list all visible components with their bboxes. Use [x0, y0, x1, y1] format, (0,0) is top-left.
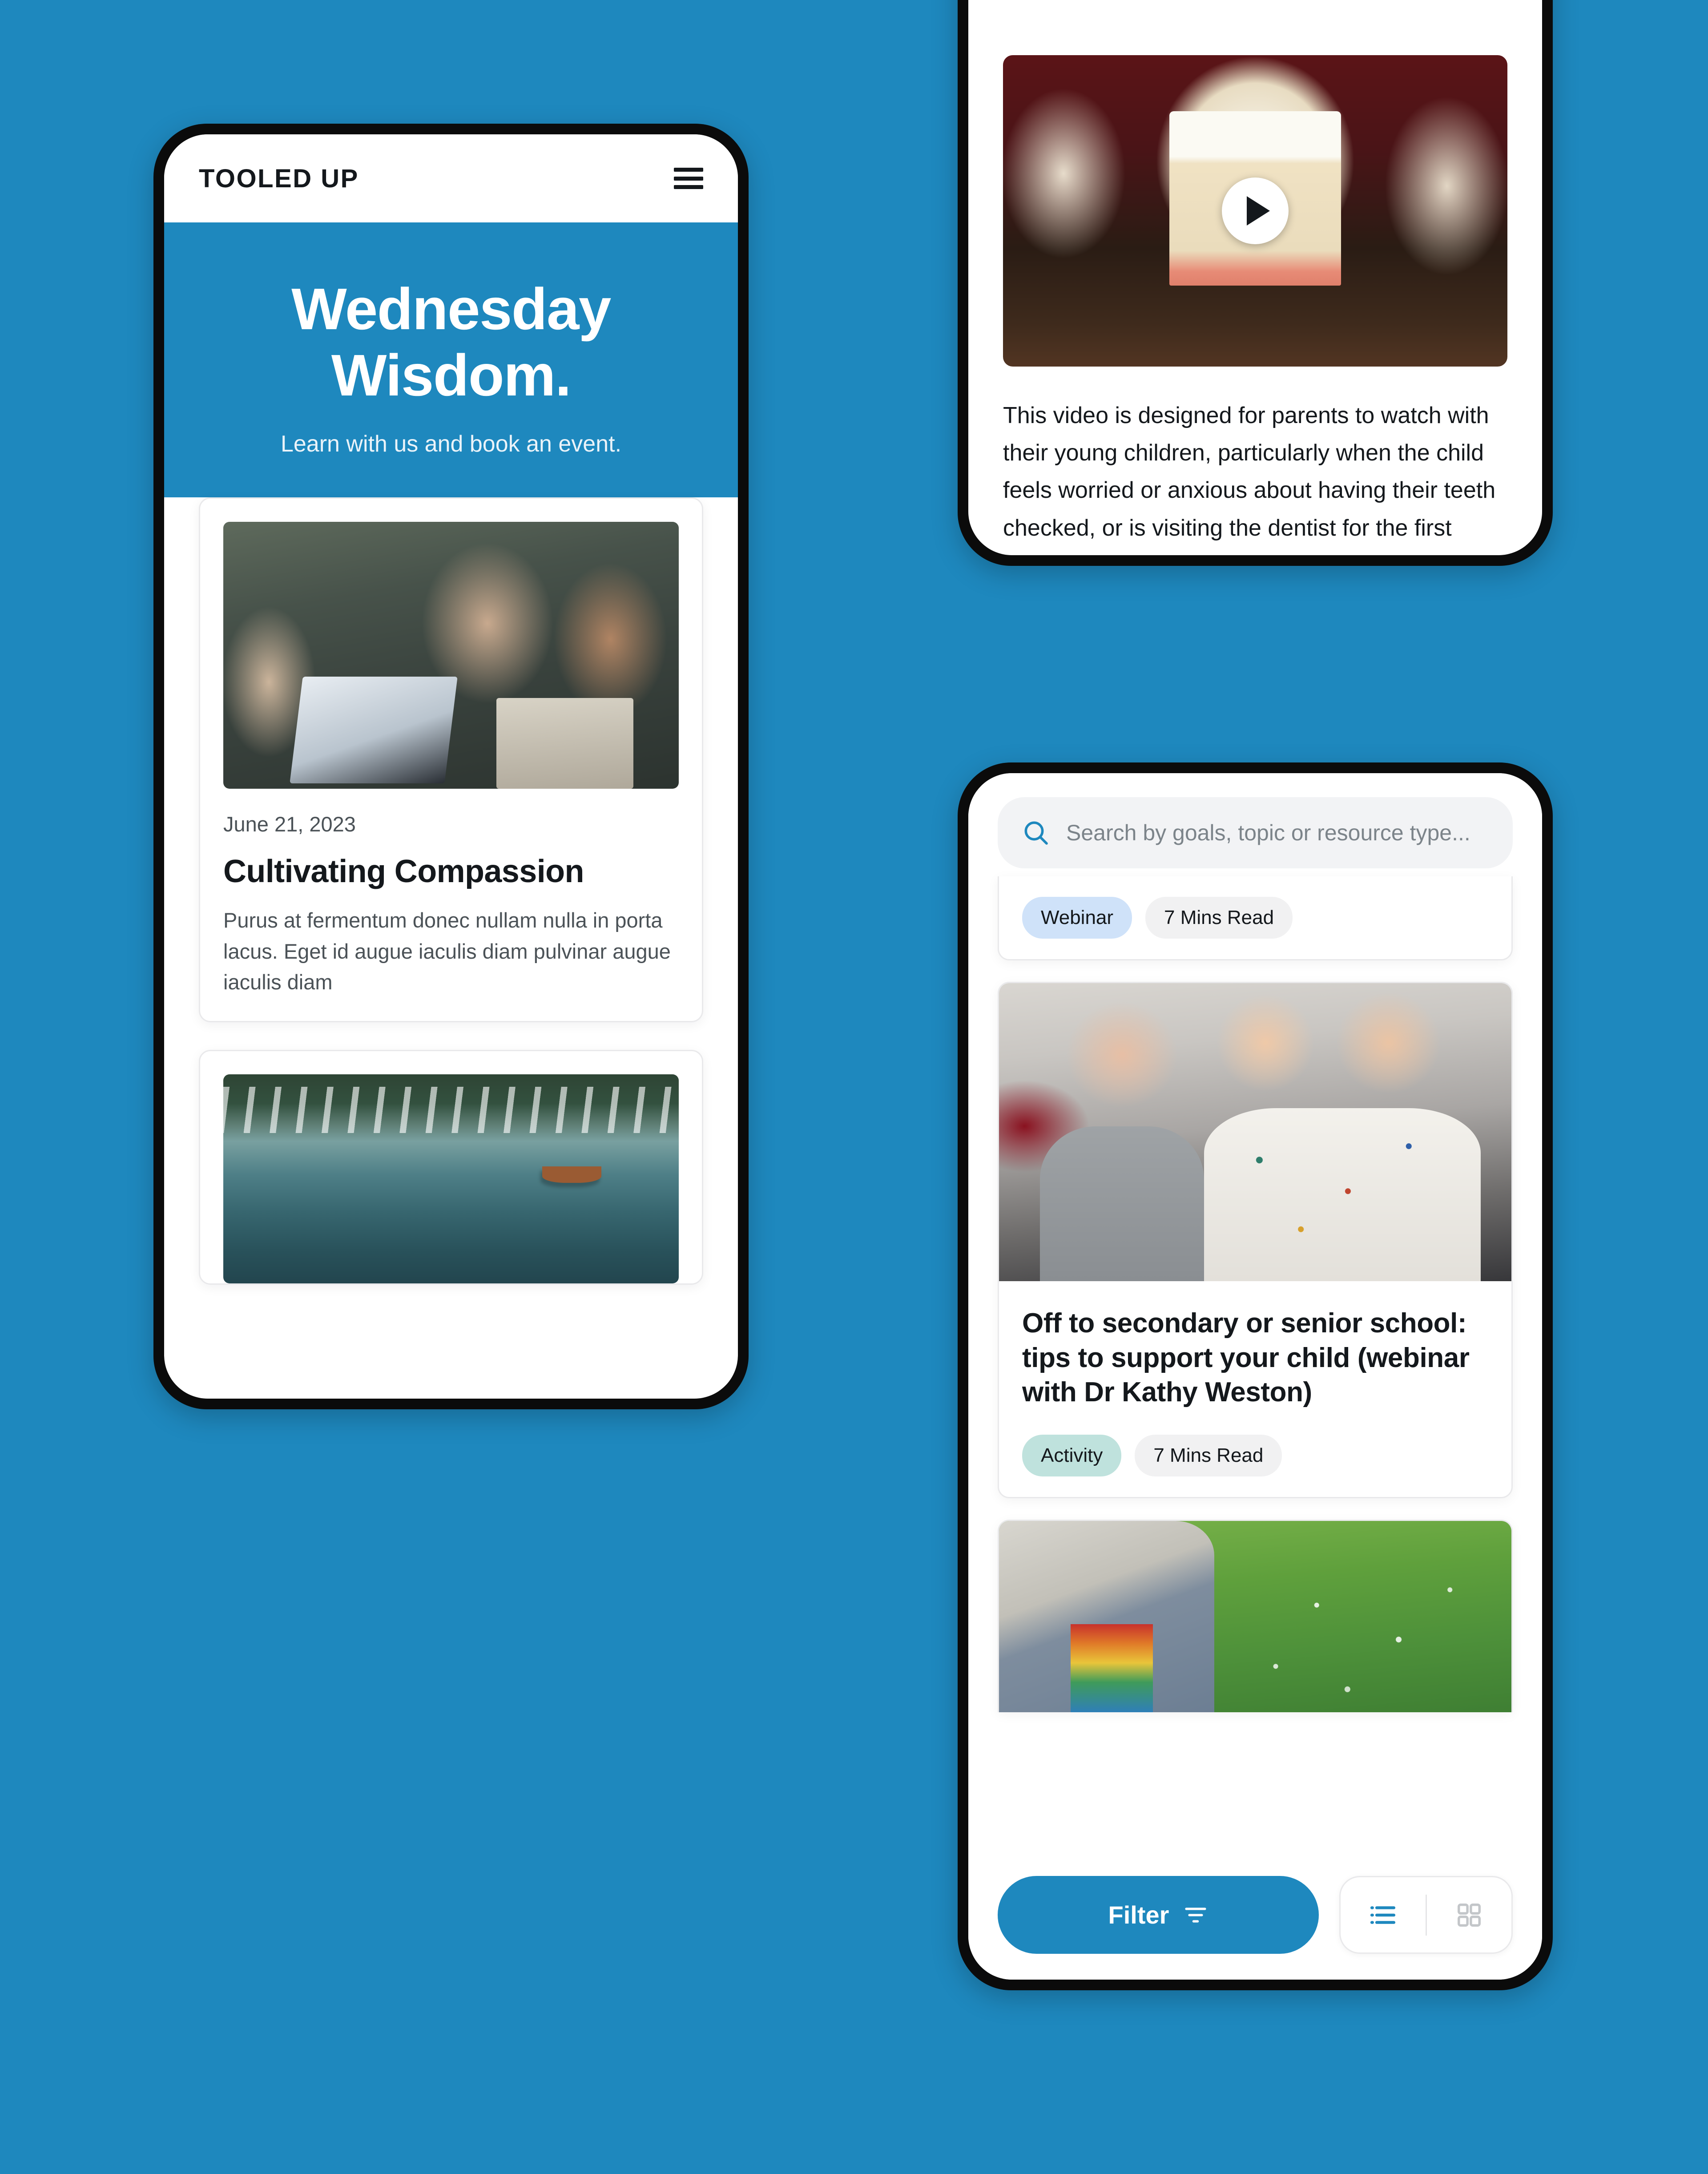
video-article-page: This video is designed for parents to wa…: [968, 0, 1542, 555]
hamburger-bar: [674, 176, 703, 181]
three-laughing-children-hugging-photo: [999, 983, 1511, 1281]
video-player[interactable]: [1003, 55, 1507, 367]
article-title: Cultivating Compassion: [223, 854, 584, 890]
hero-title-line-1: Wednesday: [291, 276, 611, 342]
resource-image: [999, 1521, 1511, 1712]
mountain-lake-rowing-boat-photo: [223, 1074, 679, 1283]
play-button-icon[interactable]: [1222, 177, 1289, 244]
search-results-list: Webinar 7 Mins Read Off to secondary or …: [968, 876, 1542, 1712]
resource-chips: Activity 7 Mins Read: [999, 1434, 1511, 1497]
hero-title: Wednesday Wisdom.: [204, 276, 698, 408]
article-card[interactable]: [199, 1049, 703, 1285]
hero-section: Wednesday Wisdom. Learn with us and book…: [164, 222, 738, 524]
resource-body: Off to secondary or senior school: tips …: [999, 1281, 1511, 1435]
app-header: TOOLED UP: [164, 134, 738, 222]
chip-read-time[interactable]: 7 Mins Read: [1145, 897, 1293, 939]
list-view-icon[interactable]: [1341, 1877, 1426, 1952]
article-date: June 21, 2023: [223, 812, 356, 836]
grid-view-icon[interactable]: [1427, 1877, 1512, 1952]
play-triangle: [1247, 196, 1270, 226]
hero-title-line-2: Wisdom.: [331, 343, 572, 408]
search-input[interactable]: Search by goals, topic or resource type.…: [998, 797, 1513, 868]
article-thumbnail-image: [223, 522, 679, 789]
search-icon: [1022, 819, 1050, 847]
hamburger-menu-icon[interactable]: [674, 168, 703, 189]
chip-webinar[interactable]: Webinar: [1022, 897, 1132, 939]
search-section: Search by goals, topic or resource type.…: [968, 773, 1542, 868]
three-people-laughing-at-laptop-photo: [223, 522, 679, 789]
resource-title: Off to secondary or senior school: tips …: [1022, 1308, 1470, 1408]
child-in-daisy-meadow-photo: [999, 1521, 1511, 1712]
bottom-action-bar: Filter: [968, 1858, 1542, 1980]
phone-mockup-video-article: This video is designed for parents to wa…: [958, 0, 1553, 566]
article-thumbnail-image: [223, 1074, 679, 1283]
search-placeholder: Search by goals, topic or resource type.…: [1066, 820, 1470, 845]
resource-card[interactable]: Webinar 7 Mins Read: [998, 876, 1513, 960]
chip-read-time[interactable]: 7 Mins Read: [1135, 1434, 1282, 1476]
article-feed: June 21, 2023 Cultivating Compassion Pur…: [164, 497, 738, 1285]
resource-card[interactable]: Off to secondary or senior school: tips …: [998, 982, 1513, 1498]
resource-image: [999, 983, 1511, 1281]
filter-button[interactable]: Filter: [998, 1876, 1319, 1954]
brand-logo-tooled-up[interactable]: TOOLED UP: [199, 164, 359, 194]
resource-card[interactable]: [998, 1519, 1513, 1712]
hamburger-bar: [674, 185, 703, 189]
chip-activity[interactable]: Activity: [1022, 1434, 1122, 1476]
phone-screen-resource-search: Search by goals, topic or resource type.…: [968, 773, 1542, 1980]
phone-mockup-wednesday-wisdom: TOOLED UP Wednesday Wisdom. Learn with u…: [153, 124, 749, 1409]
article-card[interactable]: June 21, 2023 Cultivating Compassion Pur…: [199, 497, 703, 1022]
video-description: This video is designed for parents to wa…: [1003, 403, 1496, 555]
hamburger-bar: [674, 168, 703, 172]
article-excerpt: Purus at fermentum donec nullam nulla in…: [223, 908, 671, 994]
resource-chips: Webinar 7 Mins Read: [999, 876, 1511, 959]
filter-button-label: Filter: [1108, 1901, 1169, 1929]
phone-mockup-resource-search: Search by goals, topic or resource type.…: [958, 762, 1553, 1990]
phone-screen-video-article: This video is designed for parents to wa…: [968, 0, 1542, 555]
funnel-filter-icon: [1183, 1903, 1208, 1928]
page-root: { "background_color": "#1E88BE", "accent…: [0, 0, 1708, 2174]
hero-subtitle: Learn with us and book an event.: [280, 431, 622, 457]
phone-screen-wednesday-wisdom: TOOLED UP Wednesday Wisdom. Learn with u…: [164, 134, 738, 1399]
view-mode-toggle: [1339, 1876, 1513, 1954]
